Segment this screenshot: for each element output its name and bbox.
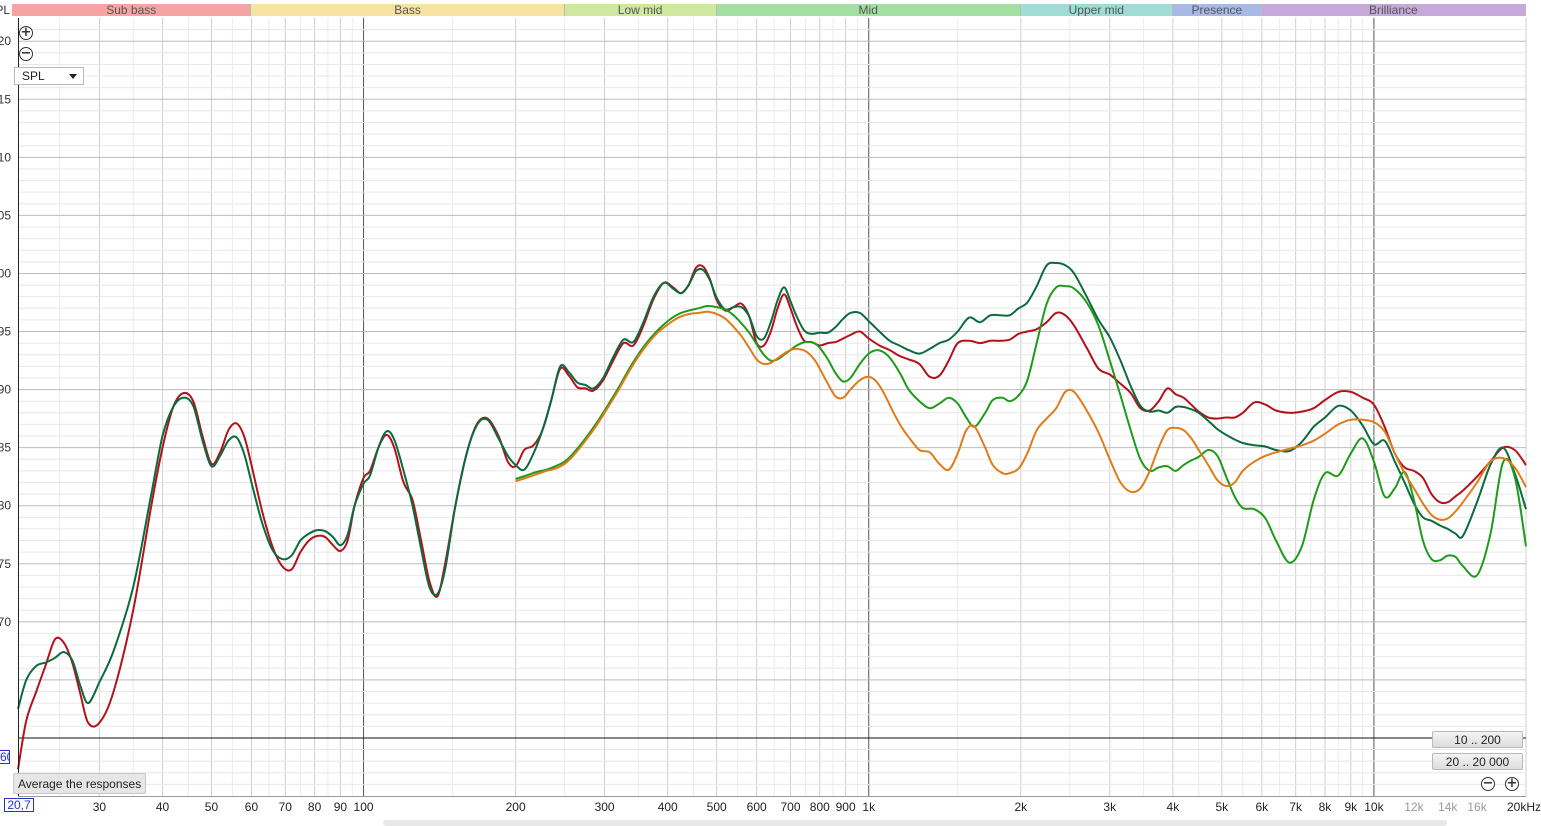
- x-tick-label: 800: [810, 800, 830, 814]
- x-tick-label: 2k: [1014, 800, 1028, 814]
- x-tick-label: 14k: [1438, 800, 1458, 814]
- y-tick-label: 110: [0, 150, 11, 164]
- x-tick-label: 8k: [1319, 800, 1333, 814]
- band-low-mid: Low mid: [564, 4, 717, 16]
- x-tick-label: 3k: [1103, 800, 1117, 814]
- x-tick-label: 70: [279, 800, 293, 814]
- horizontal-zoom-out-icon[interactable]: −: [1481, 777, 1495, 791]
- x-tick-label: 60: [245, 800, 259, 814]
- spl-marker[interactable]: 60: [0, 750, 10, 764]
- zoom-out-icon[interactable]: −: [19, 47, 33, 61]
- y-tick-label: 80: [0, 499, 11, 513]
- y-tick-label: 75: [0, 557, 11, 571]
- horizontal-scrollbar[interactable]: [383, 820, 1447, 826]
- x-tick-label: 900: [836, 800, 856, 814]
- x-tick-label: 700: [780, 800, 800, 814]
- band-brilliance: Brilliance: [1261, 4, 1526, 16]
- y-tick-label: 120: [0, 34, 11, 48]
- band-sub-bass: Sub bass: [12, 4, 252, 16]
- x-tick-label: 500: [707, 800, 727, 814]
- x-tick-label: 7k: [1289, 800, 1303, 814]
- x-tick-label: 12k: [1404, 800, 1424, 814]
- range-20-20000-button[interactable]: 20 .. 20 000: [1432, 753, 1523, 770]
- x-tick-label: 90: [334, 800, 348, 814]
- x-tick-label: 50: [205, 800, 219, 814]
- y-tick-label: 95: [0, 325, 11, 339]
- measurement-select[interactable]: SPL: [14, 67, 84, 85]
- x-tick-label: 10k: [1364, 800, 1384, 814]
- x-tick-label: 400: [658, 800, 678, 814]
- horizontal-zoom-in-icon[interactable]: +: [1505, 777, 1519, 791]
- y-axis-title: SPL: [0, 3, 10, 17]
- band-presence: Presence: [1172, 4, 1262, 16]
- frequency-band-bar: Sub bass Bass Low mid Mid Upper mid Presence B…: [12, 4, 1526, 16]
- measurement-select-value: SPL: [22, 69, 45, 83]
- x-tick-label: 4k: [1167, 800, 1181, 814]
- x-tick-label: 1k: [862, 800, 876, 814]
- x-tick-label: 300: [595, 800, 615, 814]
- y-tick-label: 70: [0, 615, 11, 629]
- x-tick-label: 9k: [1344, 800, 1358, 814]
- x-tick-label: 6k: [1256, 800, 1270, 814]
- x-tick-label: 80: [308, 800, 322, 814]
- x-tick-label: 16k: [1467, 800, 1487, 814]
- x-tick-label: 100: [354, 800, 374, 814]
- x-tick-label: 200: [506, 800, 526, 814]
- zoom-in-icon[interactable]: +: [19, 26, 33, 40]
- x-tick-label: 40: [156, 800, 170, 814]
- frequency-marker[interactable]: 20,7: [4, 798, 34, 812]
- y-tick-label: 105: [0, 208, 11, 222]
- frequency-response-chart: 30 40 50 60 70 80 90 100 200 300 400 500 600 700 800 90…: [0, 3, 1541, 814]
- plot-area[interactable]: [18, 18, 1526, 796]
- chevron-down-icon: [69, 74, 77, 79]
- x-tick-label: 600: [747, 800, 767, 814]
- range-10-200-button[interactable]: 10 .. 200: [1432, 731, 1523, 748]
- y-tick-label: 85: [0, 441, 11, 455]
- average-responses-button[interactable]: Average the responses: [13, 773, 147, 794]
- band-bass: Bass: [251, 4, 565, 16]
- y-tick-label: 90: [0, 383, 11, 397]
- x-tick-label: 30: [93, 800, 107, 814]
- y-tick-label: 100: [0, 266, 11, 280]
- x-tick-label: 20kHz: [1507, 800, 1541, 814]
- y-tick-label: 115: [0, 92, 11, 106]
- band-upper-mid: Upper mid: [1020, 4, 1173, 16]
- x-tick-label: 5k: [1216, 800, 1230, 814]
- band-mid: Mid: [716, 4, 1021, 16]
